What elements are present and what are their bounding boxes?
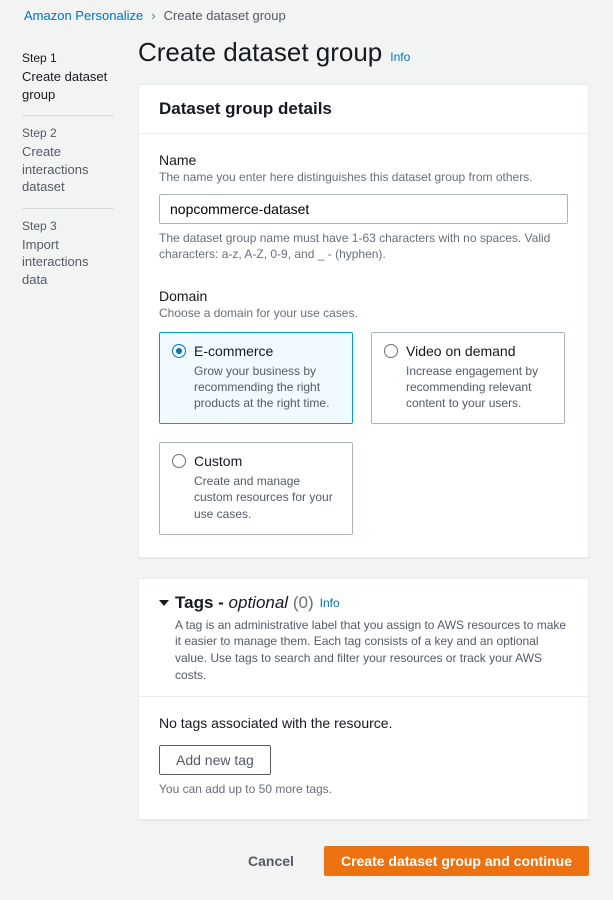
domain-option-custom[interactable]: Custom Create and manage custom resource… — [159, 442, 353, 535]
sidebar-step-title: Import interactions data — [22, 236, 114, 289]
page-title: Create dataset group Info — [138, 37, 589, 68]
breadcrumb-service-link[interactable]: Amazon Personalize — [24, 8, 143, 23]
radio-icon — [172, 344, 186, 358]
footer-actions: Cancel Create dataset group and continue — [138, 840, 589, 876]
name-field: Name The name you enter here distinguish… — [159, 152, 568, 262]
sidebar-step-title: Create interactions dataset — [22, 143, 114, 196]
tags-empty-text: No tags associated with the resource. — [159, 715, 568, 731]
caret-down-icon — [159, 600, 169, 606]
sidebar-step-title: Create dataset group — [22, 68, 114, 103]
domain-option-desc: Increase engagement by recommending rele… — [384, 363, 552, 412]
sidebar-step-label: Step 2 — [22, 126, 114, 140]
name-hint: The dataset group name must have 1-63 ch… — [159, 230, 568, 262]
wizard-sidebar: Step 1 Create dataset group Step 2 Creat… — [0, 31, 120, 310]
breadcrumb-current: Create dataset group — [164, 8, 286, 23]
domain-label: Domain — [159, 288, 568, 304]
panel-header: Dataset group details — [139, 85, 588, 134]
cancel-button[interactable]: Cancel — [232, 846, 310, 876]
dataset-group-details-panel: Dataset group details Name The name you … — [138, 84, 589, 558]
tags-title: Tags - optional (0) — [175, 593, 314, 613]
main-content: Create dataset group Info Dataset group … — [120, 31, 613, 900]
domain-option-title: Custom — [194, 453, 242, 469]
tags-description: A tag is an administrative label that yo… — [159, 617, 568, 684]
tags-title-prefix: Tags - — [175, 593, 229, 612]
domain-field: Domain Choose a domain for your use case… — [159, 288, 568, 535]
domain-option-video-on-demand[interactable]: Video on demand Increase engagement by r… — [371, 332, 565, 425]
domain-option-title: Video on demand — [406, 343, 516, 359]
tags-expand-toggle[interactable]: Tags - optional (0) Info — [159, 593, 568, 613]
name-input[interactable] — [159, 194, 568, 224]
domain-description: Choose a domain for your use cases. — [159, 306, 568, 322]
name-description: The name you enter here distinguishes th… — [159, 170, 568, 186]
tags-panel: Tags - optional (0) Info A tag is an adm… — [138, 578, 589, 820]
add-tag-button[interactable]: Add new tag — [159, 745, 271, 775]
sidebar-step-2[interactable]: Step 2 Create interactions dataset — [22, 116, 114, 209]
name-label: Name — [159, 152, 568, 168]
tags-title-optional: optional — [229, 593, 289, 612]
tags-info-link[interactable]: Info — [320, 596, 340, 610]
domain-option-desc: Create and manage custom resources for y… — [172, 473, 340, 522]
create-and-continue-button[interactable]: Create dataset group and continue — [324, 846, 589, 876]
sidebar-step-label: Step 3 — [22, 219, 114, 233]
tags-limit-hint: You can add up to 50 more tags. — [159, 781, 568, 797]
sidebar-step-1[interactable]: Step 1 Create dataset group — [22, 41, 114, 116]
domain-option-title: E-commerce — [194, 343, 273, 359]
radio-icon — [384, 344, 398, 358]
sidebar-step-3[interactable]: Step 3 Import interactions data — [22, 209, 114, 301]
tags-count: (0) — [293, 593, 314, 612]
domain-option-ecommerce[interactable]: E-commerce Grow your business by recomme… — [159, 332, 353, 425]
radio-icon — [172, 454, 186, 468]
page-title-text: Create dataset group — [138, 37, 382, 68]
domain-option-desc: Grow your business by recommending the r… — [172, 363, 340, 412]
chevron-right-icon: › — [151, 8, 155, 23]
sidebar-step-label: Step 1 — [22, 51, 114, 65]
info-link[interactable]: Info — [390, 50, 410, 64]
breadcrumb: Amazon Personalize › Create dataset grou… — [0, 0, 613, 31]
